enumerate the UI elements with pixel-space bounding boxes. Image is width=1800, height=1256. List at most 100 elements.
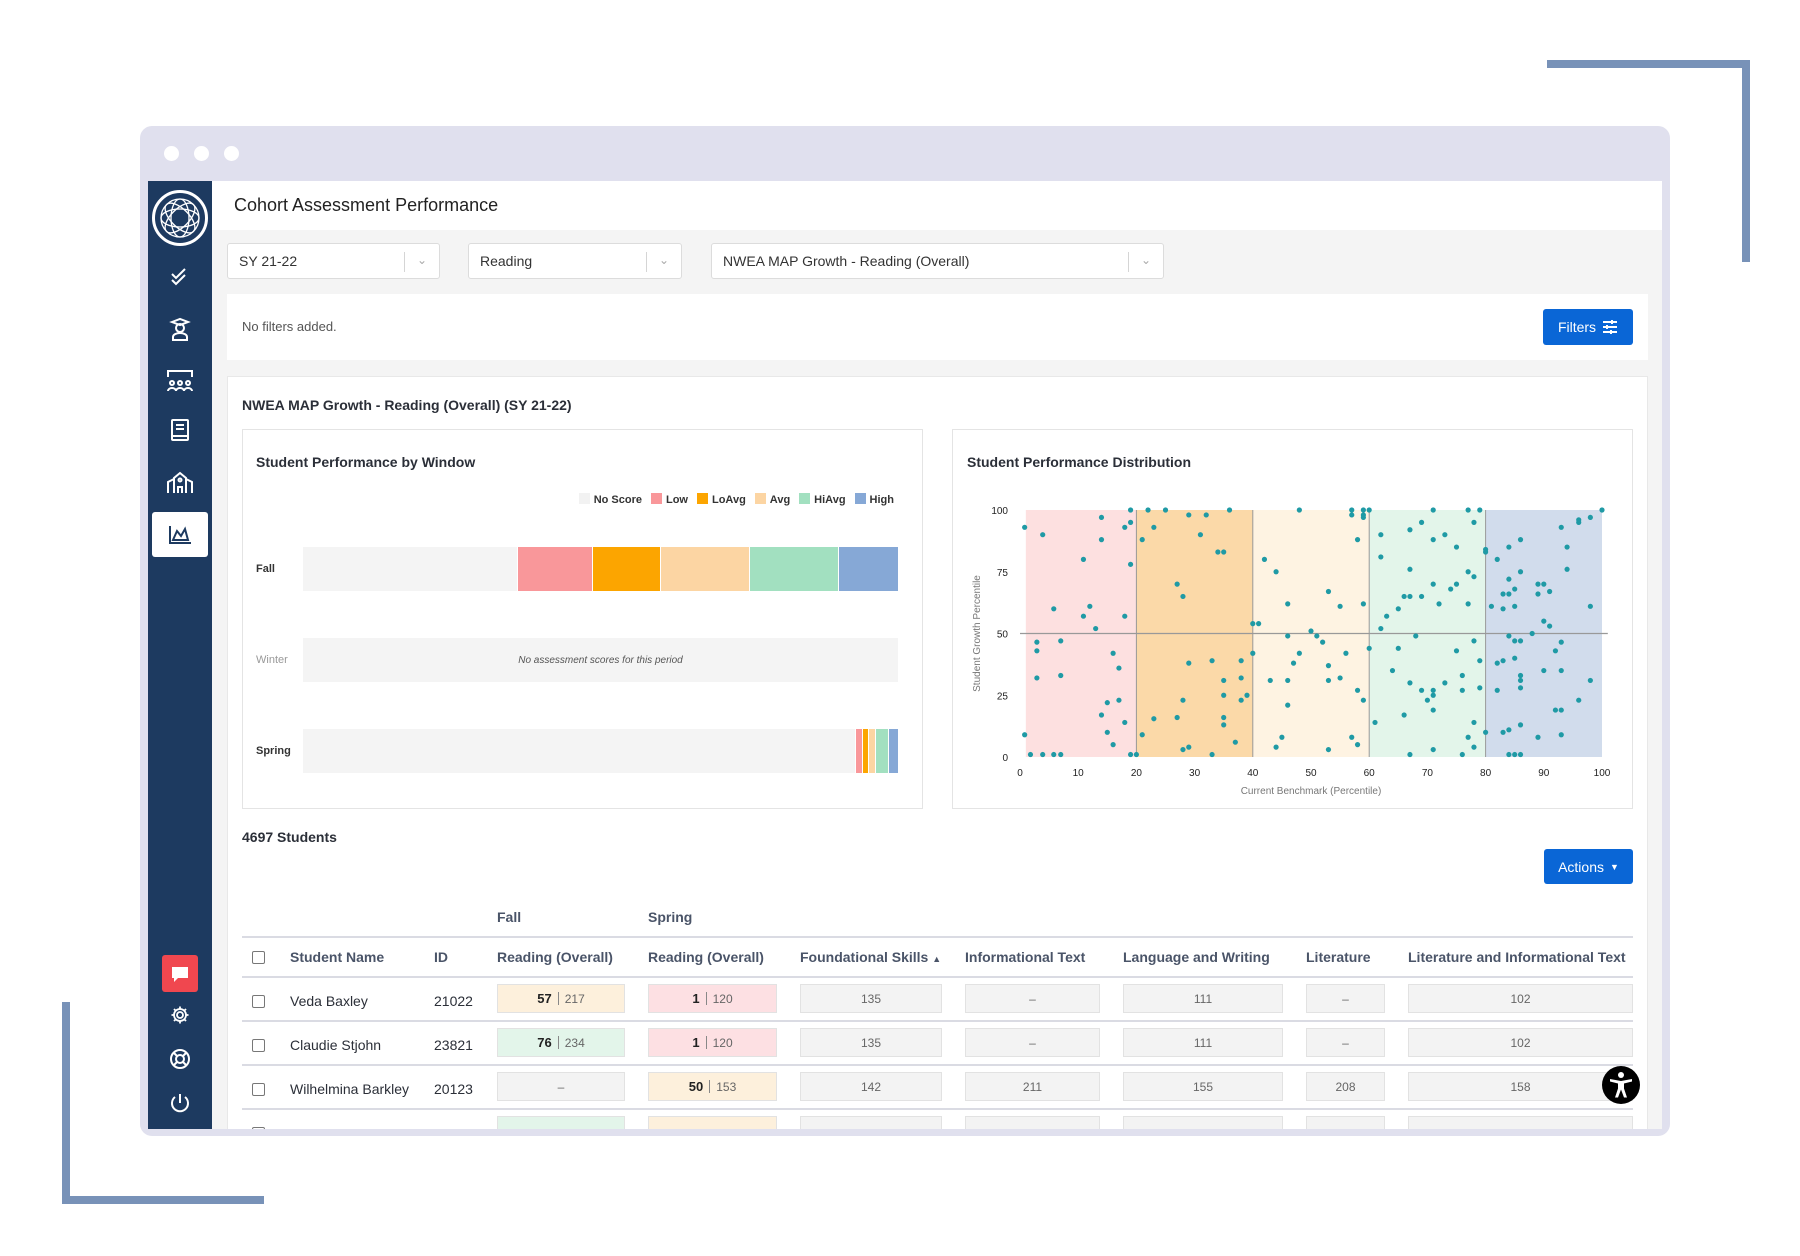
- data-point: [1453, 581, 1460, 587]
- data-point: [1529, 630, 1535, 637]
- student-name[interactable]: Claudie Stjohn: [290, 1037, 381, 1053]
- data-point: [1372, 719, 1378, 726]
- column-header[interactable]: Foundational Skills ▲: [800, 949, 941, 965]
- data-point: [1273, 569, 1279, 575]
- data-point: [1477, 507, 1483, 513]
- data-point: [1395, 645, 1401, 651]
- bar-label-spring: Spring: [256, 745, 291, 757]
- gear-icon[interactable]: [148, 995, 212, 1035]
- year-select[interactable]: SY 21-22 ⌄: [227, 243, 440, 279]
- student-icon[interactable]: [148, 309, 212, 349]
- scale-score: 153: [716, 1079, 737, 1094]
- y-tick-label: 50: [997, 630, 1009, 641]
- data-point: [1541, 667, 1547, 674]
- legend-swatch: [696, 493, 708, 504]
- data-point: [1250, 650, 1256, 656]
- legend-item: LoAvg: [696, 493, 746, 506]
- row-checkbox[interactable]: [252, 995, 265, 1008]
- data-point: [1209, 751, 1215, 758]
- data-point: [1512, 751, 1518, 758]
- data-point: [1558, 667, 1564, 674]
- fall-score-cell: 57 217: [497, 984, 625, 1013]
- data-point: [1098, 712, 1105, 718]
- data-point: [1378, 554, 1384, 560]
- accessibility-button[interactable]: [1602, 1066, 1640, 1104]
- x-tick-label: 60: [1364, 768, 1376, 779]
- data-point: [1500, 606, 1506, 612]
- data-point: [1325, 746, 1332, 753]
- window-dot: [224, 146, 239, 161]
- data-point: [1448, 586, 1454, 592]
- percentile: 1: [692, 1035, 700, 1050]
- literature-value: –: [1342, 991, 1349, 1006]
- subject-select[interactable]: Reading ⌄: [468, 243, 682, 279]
- select-all-checkbox[interactable]: [252, 951, 265, 964]
- column-header[interactable]: ID: [434, 949, 448, 965]
- actions-button[interactable]: Actions ▼: [1544, 849, 1633, 884]
- logo-icon[interactable]: [152, 190, 208, 246]
- data-point: [1285, 601, 1291, 607]
- lifebuoy-icon[interactable]: [148, 1039, 212, 1079]
- data-point: [1273, 744, 1279, 750]
- column-header[interactable]: Reading (Overall): [497, 949, 613, 965]
- data-point: [1104, 729, 1110, 735]
- data-point: [1471, 744, 1477, 750]
- data-point: [1343, 650, 1349, 656]
- row-checkbox[interactable]: [252, 1083, 265, 1096]
- legend-swatch: [799, 493, 811, 504]
- scatter-plot: 0 10 20 30 40 50 60 70 80 90 100 0 25 50 75 100 Current …: [972, 506, 1611, 797]
- decor-bracket-bottom: [62, 1002, 70, 1204]
- legend-swatch: [854, 493, 866, 504]
- data-point: [1034, 675, 1040, 681]
- data-point: [1500, 591, 1506, 597]
- spring-score-cell: 1 120: [648, 1028, 777, 1057]
- column-header[interactable]: Student Name: [290, 949, 384, 965]
- x-tick-label: 10: [1073, 768, 1085, 779]
- power-icon[interactable]: [148, 1083, 212, 1123]
- foundational-cell: 142: [800, 1072, 942, 1101]
- column-header[interactable]: Literature: [1306, 949, 1371, 965]
- assessment-select[interactable]: NWEA MAP Growth - Reading (Overall) ⌄: [711, 243, 1164, 279]
- language-value: 111: [1193, 1035, 1213, 1050]
- column-header[interactable]: Literature and Informational Text: [1408, 949, 1626, 965]
- data-point: [1587, 514, 1593, 521]
- divider: [242, 936, 1633, 938]
- lit_info-value: 102: [1510, 991, 1531, 1006]
- student-id: 20123: [434, 1081, 473, 1097]
- classroom-icon[interactable]: [148, 361, 212, 401]
- sidebar-item-analytics[interactable]: [152, 512, 208, 557]
- chevron-down-icon: ⌄: [1140, 253, 1151, 267]
- column-header[interactable]: Informational Text: [965, 949, 1085, 965]
- data-point: [1547, 588, 1553, 595]
- language-cell: 155: [1123, 1072, 1283, 1101]
- data-point: [1354, 742, 1361, 748]
- column-header[interactable]: Language and Writing: [1123, 949, 1270, 965]
- fall-score-cell: –: [497, 1072, 625, 1101]
- data-point: [1034, 648, 1040, 654]
- data-point: [1320, 639, 1326, 645]
- legend-label: Low: [665, 494, 688, 506]
- data-point: [1337, 675, 1343, 681]
- chat-button[interactable]: [162, 955, 198, 992]
- group-header-spring: Spring: [648, 909, 693, 925]
- row-checkbox[interactable]: [252, 1039, 265, 1052]
- data-point: [1459, 751, 1465, 758]
- legend-item: Low: [650, 493, 688, 506]
- data-point: [1110, 650, 1116, 656]
- student-name[interactable]: Veda Baxley: [290, 993, 368, 1009]
- column-header[interactable]: Reading (Overall): [648, 949, 764, 965]
- literature-cell: –: [1306, 1028, 1385, 1057]
- data-point: [1087, 603, 1093, 609]
- data-point: [1034, 639, 1040, 645]
- row-checkbox[interactable]: [252, 1127, 265, 1129]
- book-icon[interactable]: [148, 410, 212, 450]
- checklist-icon[interactable]: [148, 257, 212, 297]
- school-icon[interactable]: [148, 462, 212, 502]
- lit_info-cell: 158: [1408, 1072, 1633, 1101]
- student-name[interactable]: Wilhelmina Barkley: [290, 1081, 409, 1097]
- x-tick-label: 90: [1538, 768, 1550, 779]
- filters-button[interactable]: Filters: [1543, 309, 1633, 345]
- data-point: [1080, 556, 1087, 562]
- data-point: [1488, 603, 1495, 609]
- bar-fall: [303, 547, 898, 591]
